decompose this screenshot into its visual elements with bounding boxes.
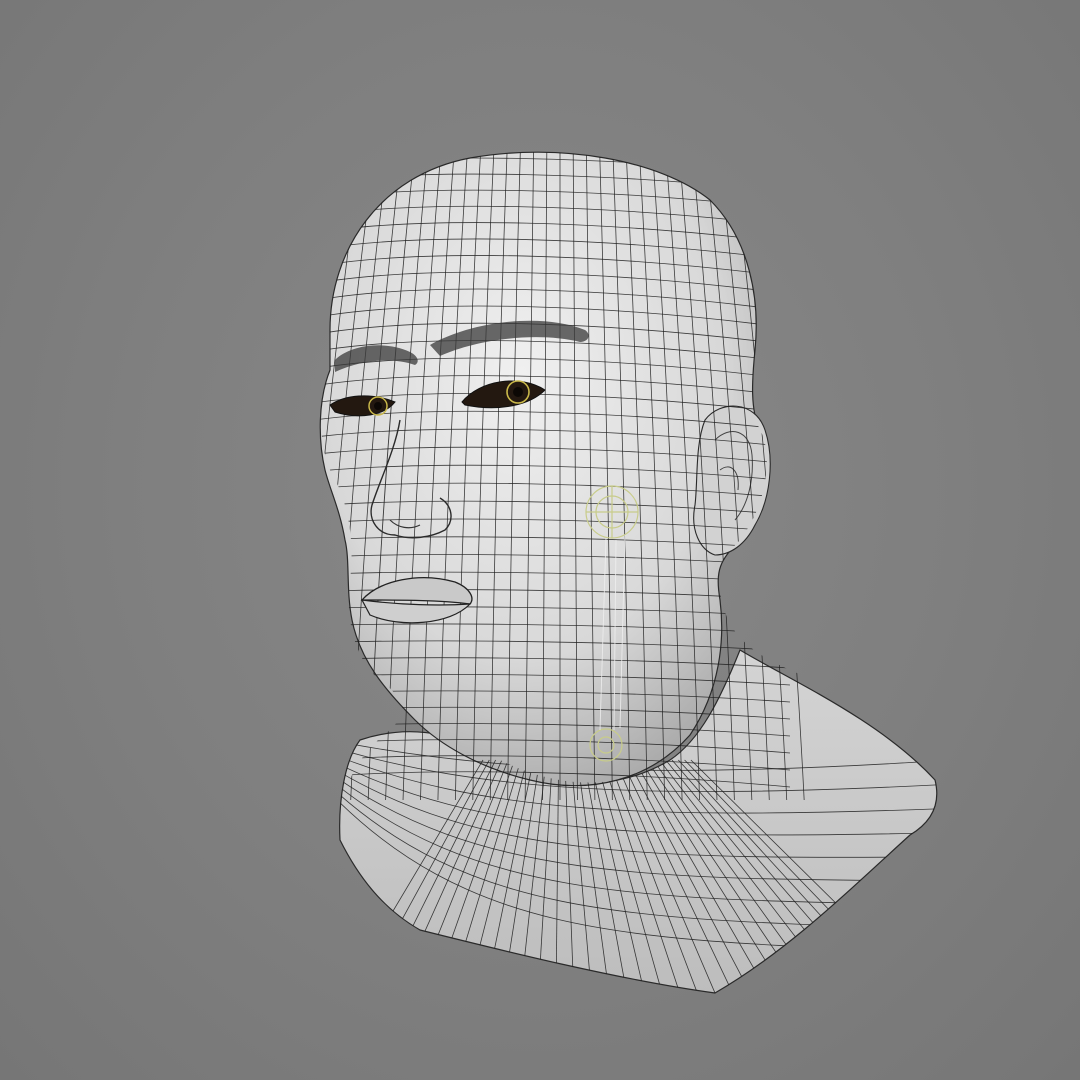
wireframe-bust (319, 151, 938, 994)
3d-viewport[interactable] (0, 0, 1080, 1080)
rig-gizmo-cheek[interactable] (585, 485, 639, 539)
